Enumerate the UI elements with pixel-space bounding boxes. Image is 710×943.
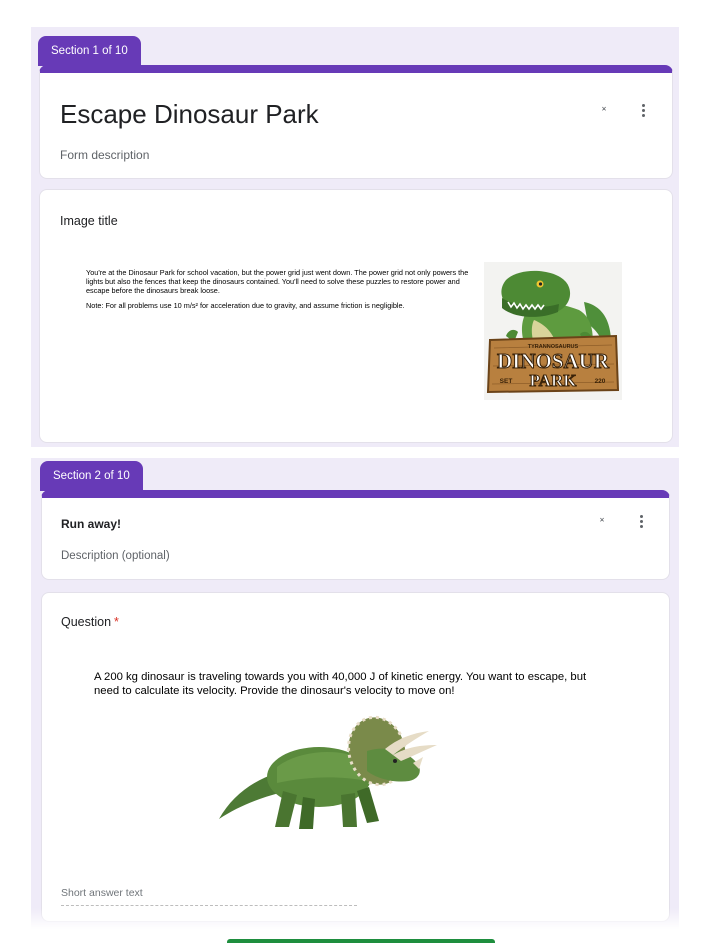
logo-left-text: SET: [500, 378, 513, 385]
form-title[interactable]: Escape Dinosaur Park: [60, 99, 319, 130]
section-1-tab: Section 1 of 10: [38, 36, 141, 66]
logo-right-text: 220: [595, 378, 606, 385]
form-description-field[interactable]: Form description: [60, 148, 149, 162]
trex-logo-image: TYRANNOSAURUS DINOSAUR PARK SET 220: [484, 262, 622, 400]
logo-word-dinosaur: DINOSAUR: [497, 349, 610, 373]
logo-word-park: PARK: [530, 371, 578, 390]
gravity-note: Note: For all problems use 10 m/s² for a…: [86, 301, 405, 310]
form-title-card[interactable]: Escape Dinosaur Park Form description ⌄ ⌃: [39, 65, 673, 179]
bottom-fade: [0, 908, 710, 943]
question-card[interactable]: Question * A 200 kg dinosaur is traveling…: [41, 592, 670, 922]
section-description-field[interactable]: Description (optional): [61, 550, 170, 562]
section-2-header-card[interactable]: Run away! Description (optional) ⌄ ⌃: [41, 490, 670, 580]
story-paragraph: You're at the Dinosaur Park for school v…: [86, 268, 469, 295]
more-vert-icon[interactable]: [634, 515, 648, 528]
short-answer-field[interactable]: Short answer text: [61, 887, 357, 906]
section-title[interactable]: Run away!: [61, 517, 121, 531]
required-asterisk: *: [114, 615, 119, 629]
triceratops-image: [219, 715, 437, 829]
question-image-text: A 200 kg dinosaur is traveling towards y…: [94, 671, 587, 697]
question-label[interactable]: Question *: [61, 615, 119, 629]
collapse-icon[interactable]: ⌄ ⌃: [597, 102, 611, 117]
image-item-card[interactable]: Image title You're at the Dinosaur Park …: [39, 189, 673, 443]
more-vert-icon[interactable]: [636, 104, 650, 117]
bottom-toolbar-edge: [227, 939, 495, 943]
collapse-icon[interactable]: ⌄ ⌃: [595, 513, 609, 528]
question-title: Question: [61, 615, 112, 629]
story-image-text: You're at the Dinosaur Park for school v…: [86, 268, 480, 310]
image-title[interactable]: Image title: [60, 214, 118, 228]
section-2-tab: Section 2 of 10: [40, 461, 143, 491]
